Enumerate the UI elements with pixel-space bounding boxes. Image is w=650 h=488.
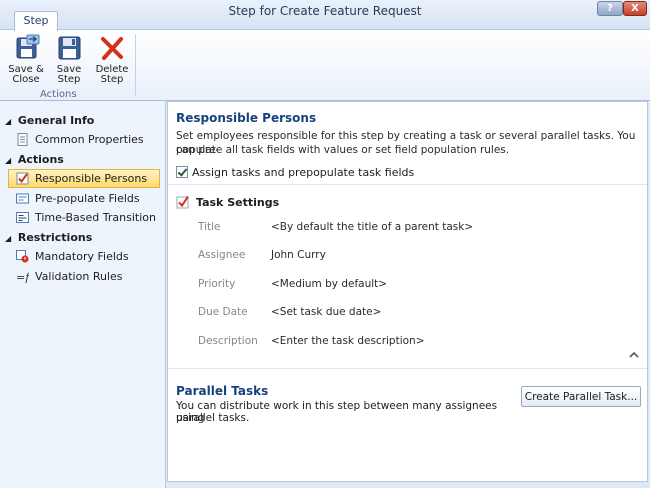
nav-item-label: Common Properties bbox=[35, 133, 144, 146]
formula-icon: =fx bbox=[16, 271, 29, 283]
save-close-icon bbox=[16, 34, 40, 59]
section-divider bbox=[168, 184, 647, 185]
assign-tasks-checkbox[interactable] bbox=[176, 166, 188, 178]
nav-item-mandatory-fields[interactable]: Mandatory Fields bbox=[8, 247, 160, 266]
window-title: Step for Create Feature Request bbox=[228, 4, 422, 18]
nav-section-general-info[interactable]: ◢ General Info bbox=[5, 114, 94, 127]
collapse-triangle-icon: ◢ bbox=[5, 156, 12, 165]
save-close-label: Save & Close bbox=[8, 64, 44, 85]
nav-item-prepopulate-fields[interactable]: Pre-populate Fields bbox=[8, 189, 160, 208]
timer-transition-icon bbox=[16, 212, 29, 223]
svg-text:=fx: =fx bbox=[16, 271, 29, 283]
nav-section-restrictions[interactable]: ◢ Restrictions bbox=[5, 231, 92, 244]
field-value-priority[interactable]: <Medium by default> bbox=[271, 278, 387, 290]
ribbon-group-separator bbox=[135, 34, 136, 96]
field-label-assignee: Assignee bbox=[198, 249, 246, 261]
collapse-triangle-icon: ◢ bbox=[5, 234, 12, 243]
nav-item-validation-rules[interactable]: =fx Validation Rules bbox=[8, 267, 160, 286]
form-fields-icon bbox=[16, 193, 29, 204]
nav-section-actions[interactable]: ◢ Actions bbox=[5, 153, 64, 166]
mandatory-fields-icon bbox=[16, 250, 29, 263]
nav-item-label: Validation Rules bbox=[35, 270, 123, 283]
delete-step-label: Delete Step bbox=[95, 64, 129, 85]
assign-tasks-checkbox-row[interactable]: Assign tasks and prepopulate task fields bbox=[176, 166, 414, 179]
document-icon bbox=[17, 133, 28, 146]
help-button[interactable]: ? bbox=[597, 1, 623, 16]
responsible-description-line2: populate all task fields with values or … bbox=[176, 144, 510, 156]
nav-section-label: Actions bbox=[17, 153, 64, 166]
field-value-title[interactable]: <By default the title of a parent task> bbox=[271, 221, 473, 233]
assign-tasks-label: Assign tasks and prepopulate task fields bbox=[192, 166, 415, 179]
nav-section-label: General Info bbox=[17, 114, 95, 127]
ribbon: Save & Close Save Step Delete Step Actio… bbox=[0, 30, 650, 101]
parallel-tasks-heading: Parallel Tasks bbox=[176, 384, 269, 398]
save-close-button[interactable]: Save & Close bbox=[6, 34, 46, 85]
close-window-button[interactable]: X bbox=[623, 1, 647, 16]
task-check-icon bbox=[16, 172, 29, 185]
delete-x-icon bbox=[101, 37, 123, 60]
nav-item-responsible-persons[interactable]: Responsible Persons bbox=[8, 169, 160, 188]
chevron-up-icon[interactable] bbox=[628, 350, 640, 360]
save-step-button[interactable]: Save Step bbox=[50, 34, 88, 85]
field-value-due-date[interactable]: <Set task due date> bbox=[271, 306, 381, 318]
main-content: Responsible Persons Set employees respon… bbox=[167, 101, 648, 482]
create-parallel-task-button[interactable]: Create Parallel Task... bbox=[521, 386, 641, 407]
nav-item-label: Time-Based Transition bbox=[35, 211, 156, 224]
nav-section-label: Restrictions bbox=[17, 231, 93, 244]
field-label-priority: Priority bbox=[198, 278, 236, 290]
field-value-description[interactable]: <Enter the task description> bbox=[271, 335, 425, 347]
field-label-due-date: Due Date bbox=[198, 306, 248, 318]
task-settings-heading: Task Settings bbox=[176, 195, 279, 209]
nav-item-label: Responsible Persons bbox=[35, 172, 148, 185]
left-navigation: ◢ General Info Common Properties ◢ Actio… bbox=[0, 101, 166, 488]
save-disk-icon bbox=[58, 36, 81, 60]
delete-step-button[interactable]: Delete Step bbox=[91, 34, 133, 85]
ribbon-group-label: Actions bbox=[40, 89, 77, 100]
field-label-title: Title bbox=[198, 221, 221, 233]
parallel-tasks-description-line2: parallel tasks. bbox=[176, 412, 250, 424]
task-settings-icon bbox=[176, 195, 189, 209]
field-value-assignee[interactable]: John Curry bbox=[271, 249, 326, 261]
nav-item-common-properties[interactable]: Common Properties bbox=[8, 130, 160, 149]
section-divider bbox=[168, 368, 647, 369]
nav-item-time-based-transition[interactable]: Time-Based Transition bbox=[8, 208, 160, 227]
nav-item-label: Mandatory Fields bbox=[35, 250, 129, 263]
collapse-triangle-icon: ◢ bbox=[5, 117, 12, 126]
field-label-description: Description bbox=[198, 335, 258, 347]
window-titlebar: Step for Create Feature Request ? X bbox=[0, 0, 650, 30]
task-settings-title: Task Settings bbox=[196, 196, 280, 209]
save-step-label: Save Step bbox=[56, 64, 82, 85]
nav-item-label: Pre-populate Fields bbox=[35, 192, 140, 205]
ribbon-tab-step[interactable]: Step bbox=[14, 11, 58, 31]
responsible-persons-heading: Responsible Persons bbox=[176, 111, 317, 125]
